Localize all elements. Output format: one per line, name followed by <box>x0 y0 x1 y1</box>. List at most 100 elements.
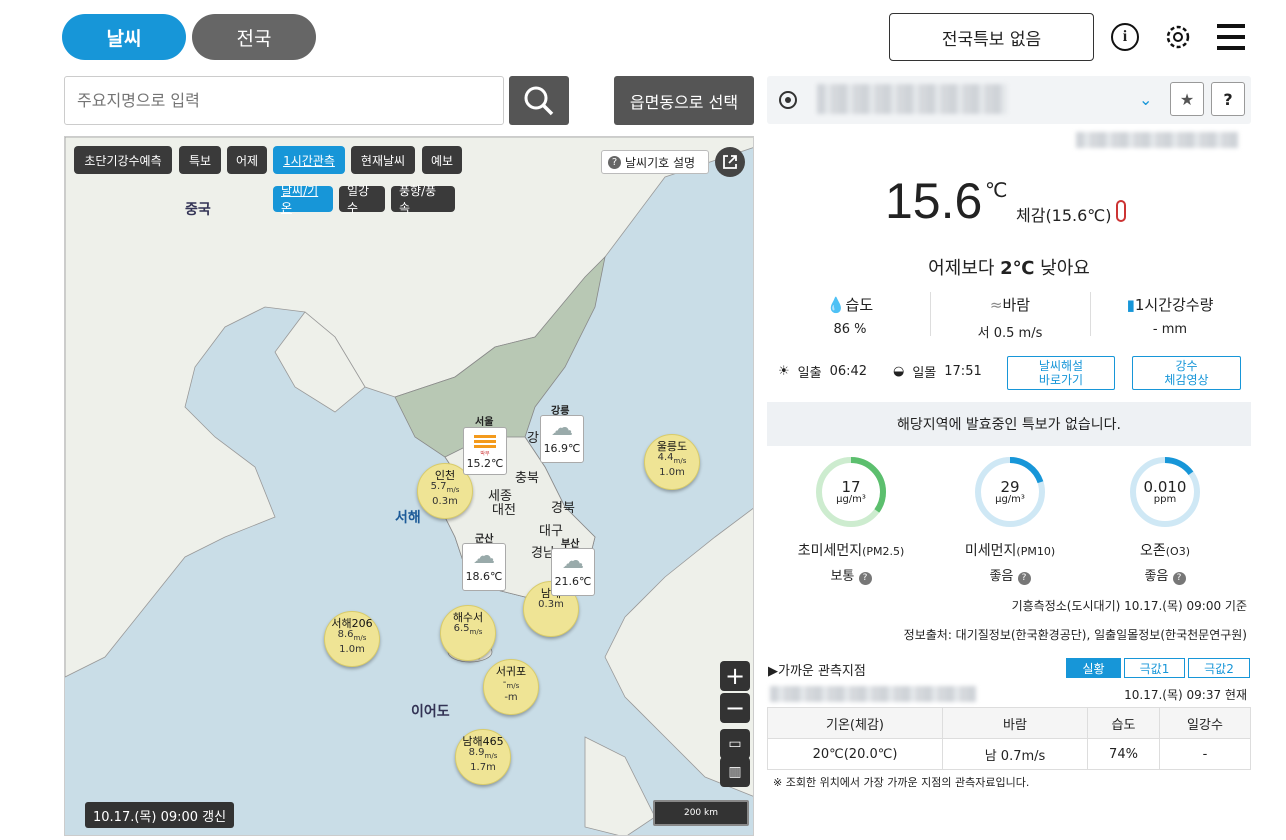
chevron-down-icon[interactable]: ⌄ <box>1139 90 1152 109</box>
map-label-ieodo: 이어도 <box>411 704 450 720</box>
external-link-icon[interactable] <box>715 147 745 177</box>
map-subtab-weather-temp[interactable]: 날씨/기온 <box>273 184 333 215</box>
map-label-china: 중국 <box>185 202 211 218</box>
nationwide-warning-button[interactable]: 전국특보 없음 <box>889 13 1094 61</box>
sunset-icon: ◒ <box>893 364 905 379</box>
compare-text: 어제보다 <box>928 258 1001 279</box>
table-header: 습도 <box>1087 707 1160 739</box>
map-label-westsea: 서해 <box>395 510 421 526</box>
tab-extreme1[interactable]: 극값1 <box>1124 658 1185 678</box>
ruler-icon[interactable]: ▭ <box>720 729 750 759</box>
station-unit: m/s <box>469 628 483 636</box>
map-tab-forecast[interactable]: 예보 <box>422 146 462 174</box>
station-marker[interactable]: 울릉도 4.4m/s 1.0m <box>644 434 700 490</box>
map-tab-hourly-obs[interactable]: 1시간관측 <box>273 146 345 174</box>
info-icon[interactable]: i <box>1111 23 1139 51</box>
station-marker[interactable]: 서해206 8.6m/s 1.0m <box>324 611 380 667</box>
humidity-label-wrap: 💧습도 <box>780 294 920 315</box>
thermometer-icon <box>1116 200 1126 222</box>
air-grade-text: 좋음 <box>989 569 1014 584</box>
station-value: 6.5 <box>453 623 470 634</box>
cloud-icon: ☁ <box>473 544 495 569</box>
weather-temp: 21.6℃ <box>554 575 592 588</box>
feels-like: 체감(15.6℃) <box>1016 206 1112 225</box>
air-grade: 좋음 ? <box>1115 565 1215 585</box>
zoom-out-button[interactable]: − <box>720 693 750 723</box>
zoom-in-button[interactable]: + <box>720 661 750 691</box>
gps-icon[interactable] <box>779 91 797 109</box>
rain-label: 1시간강수량 <box>1134 296 1214 314</box>
air-label-main: 미세먼지 <box>964 543 1017 559</box>
air-label-sub: (O3) <box>1165 545 1190 558</box>
help-icon: ? <box>608 155 621 169</box>
map-layers-icon[interactable]: ▥ <box>720 757 750 787</box>
station-name: 서귀포 <box>495 665 527 678</box>
station-marker[interactable]: 해수서 6.5m/s <box>440 605 496 661</box>
station-name: 서해206 <box>331 617 373 630</box>
weather-map[interactable]: 초단기강수예측 특보 어제 1시간관측 현재날씨 예보 날씨/기온 일강수 풍향… <box>64 136 754 836</box>
location-selector[interactable]: ⌄ ★ ? <box>767 76 1251 124</box>
question-icon: ? <box>1223 89 1233 109</box>
weather-sub: 박무 <box>480 451 490 457</box>
tab-weather[interactable]: 날씨 <box>62 14 186 60</box>
weather-box[interactable]: ☁ 18.6℃ <box>462 543 506 591</box>
map-tab-yesterday[interactable]: 어제 <box>227 146 267 174</box>
rain-label-wrap: ▮1시간강수량 <box>1095 294 1245 315</box>
table-header: 기온(체감) <box>767 707 943 739</box>
nearby-station-name <box>770 686 976 702</box>
station-name: 남해465 <box>462 735 504 748</box>
sunset: ◒ 일몰 17:51 <box>893 362 982 381</box>
tab-realtime[interactable]: 실황 <box>1066 658 1121 678</box>
weather-box[interactable]: ☁ 16.9℃ <box>540 415 584 463</box>
favorite-button[interactable]: ★ <box>1170 82 1204 116</box>
weather-box[interactable]: 박무 15.2℃ <box>463 427 507 475</box>
precip-video-button[interactable]: 강수 체감영상 <box>1132 356 1241 390</box>
search-input[interactable] <box>64 76 504 125</box>
station-value: 0.3m <box>432 496 458 507</box>
map-tab-current[interactable]: 현재날씨 <box>351 146 415 174</box>
help-button[interactable]: ? <box>1211 82 1245 116</box>
tab-nation[interactable]: 전국 <box>192 14 316 60</box>
station-value: 4.4 <box>657 452 674 463</box>
rain-value: - mm <box>1152 322 1188 337</box>
help-icon[interactable]: ? <box>1172 572 1186 585</box>
sunset-time: 17:51 <box>944 364 982 379</box>
rain-gauge-icon: ▮ <box>1126 296 1135 314</box>
station-unit: m/s <box>446 486 460 494</box>
help-icon[interactable]: ? <box>1017 572 1031 585</box>
search-button[interactable] <box>509 76 569 125</box>
station-value: 1.7m <box>470 762 496 773</box>
district-select-button[interactable]: 읍면동으로 선택 <box>614 76 754 125</box>
legend-button[interactable]: ? 날씨기호 설명 <box>601 150 709 174</box>
haze-icon <box>474 435 496 448</box>
station-name: 울릉도 <box>656 440 688 453</box>
help-icon[interactable]: ? <box>858 572 872 585</box>
map-tab-warning[interactable]: 특보 <box>179 146 221 174</box>
tab-extreme2[interactable]: 극값2 <box>1188 658 1250 678</box>
droplet-icon: 💧 <box>826 296 846 314</box>
legend-button-label: 날씨기호 설명 <box>625 155 696 170</box>
station-value: 1.0m <box>339 644 365 655</box>
map-subtab-wind[interactable]: 풍향/풍속 <box>391 184 455 215</box>
region-label: 경북 <box>551 501 575 516</box>
nearby-table: 기온(체감) 바람 습도 일강수 20℃(20.0℃) 남 0.7m/s 74%… <box>767 707 1251 770</box>
star-icon: ★ <box>1179 89 1195 109</box>
gear-icon[interactable] <box>1163 22 1193 52</box>
station-unit: m/s <box>484 752 498 760</box>
alert-banner: 해당지역에 발효중인 특보가 없습니다. <box>767 402 1251 446</box>
sunrise-label: 일출 <box>797 366 822 381</box>
map-background <box>65 137 753 835</box>
table-header-row: 기온(체감) 바람 습도 일강수 <box>767 707 1251 739</box>
map-subtab-daily-rain[interactable]: 일강수 <box>339 184 385 215</box>
map-tab-nowcast[interactable]: 초단기강수예측 <box>74 146 172 174</box>
sunrise-icon: ☀ <box>778 364 790 379</box>
compare-value: 2℃ <box>1000 258 1035 279</box>
region-label: 대전 <box>492 503 516 518</box>
weather-box[interactable]: ☁ 21.6℃ <box>551 548 595 596</box>
wind-label: 바람 <box>1002 296 1031 314</box>
weather-commentary-button[interactable]: 날씨해설 바로가기 <box>1007 356 1115 390</box>
menu-icon[interactable] <box>1217 24 1245 50</box>
station-marker[interactable]: 서귀포 -m/s -m <box>483 659 539 715</box>
station-marker[interactable]: 남해465 8.9m/s 1.7m <box>455 729 511 785</box>
weather-temp: 15.2℃ <box>466 457 504 470</box>
